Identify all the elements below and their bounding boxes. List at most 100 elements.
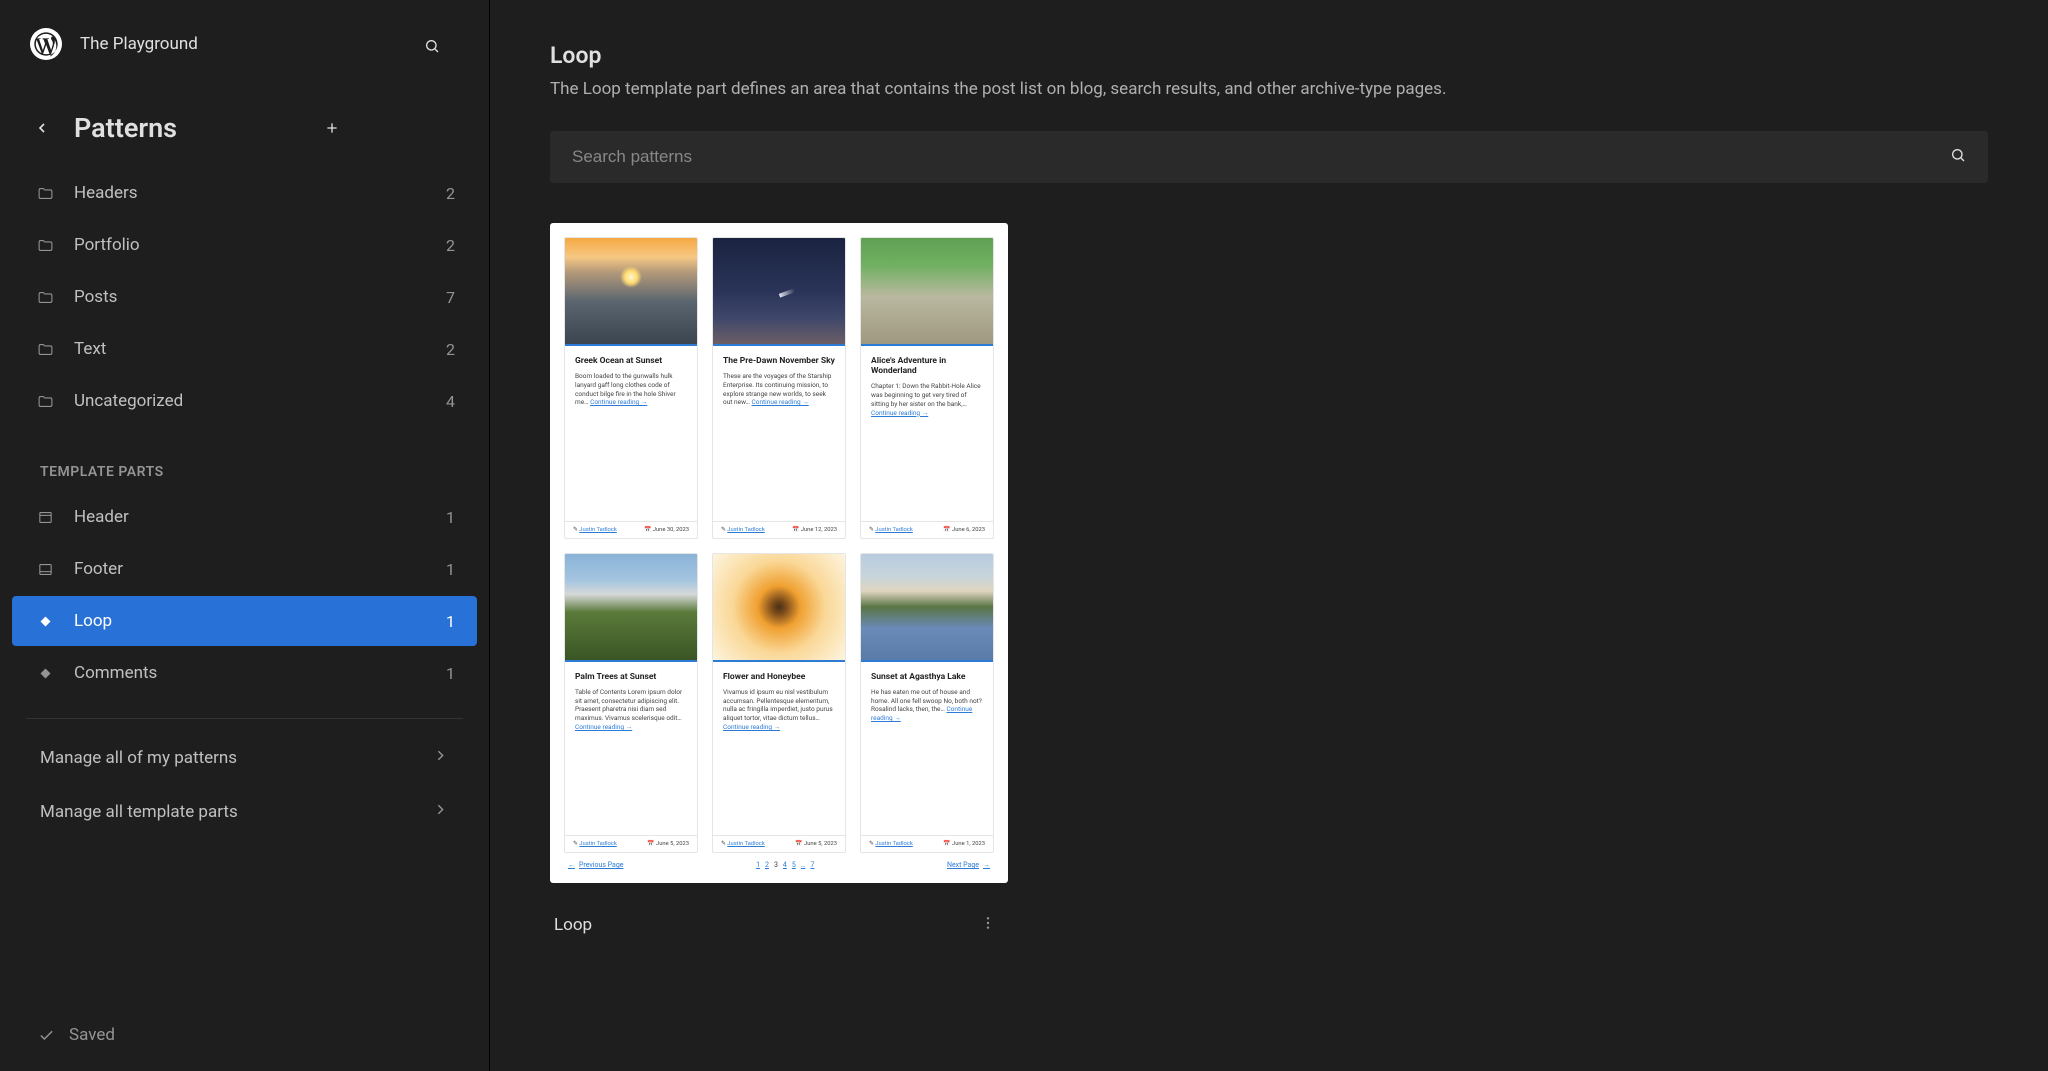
pager-page: 4 (783, 861, 787, 869)
saved-label: Saved (69, 1025, 115, 1045)
category-item-portfolio[interactable]: Portfolio 2 (12, 220, 477, 270)
back-button[interactable] (30, 116, 54, 140)
header-icon (34, 506, 56, 528)
preview-post-card: Alice's Adventure in Wonderland Chapter … (860, 237, 994, 539)
post-date: 📅 June 5, 2023 (795, 841, 837, 847)
template-part-item-comments[interactable]: Comments 1 (12, 648, 477, 698)
post-author: Justin Tadlock (727, 527, 764, 533)
command-palette-button[interactable] (420, 34, 444, 58)
post-excerpt: Table of Contents Lorem ipsum dolor sit … (575, 688, 687, 732)
pattern-card-title: Loop (554, 915, 592, 935)
pager-page: 7 (810, 861, 814, 869)
template-part-item-loop[interactable]: Loop 1 (12, 596, 477, 646)
pager-page: 1 (756, 861, 760, 869)
template-part-count: 1 (446, 508, 455, 527)
pager-page: 2 (765, 861, 769, 869)
post-date: 📅 June 30, 2023 (644, 527, 689, 533)
pager-page: 3 (774, 861, 778, 869)
post-excerpt: These are the voyages of the Starship En… (723, 372, 835, 407)
comments-icon (34, 662, 56, 684)
post-thumbnail (713, 554, 845, 662)
post-title: Greek Ocean at Sunset (575, 356, 687, 366)
category-item-posts[interactable]: Posts 7 (12, 272, 477, 322)
post-excerpt: Chapter 1: Down the Rabbit-Hole Alice wa… (871, 382, 983, 417)
post-author: Justin Tadlock (875, 841, 912, 847)
post-title: Alice's Adventure in Wonderland (871, 356, 983, 376)
category-item-text[interactable]: Text 2 (12, 324, 477, 374)
post-date: 📅 June 5, 2023 (647, 841, 689, 847)
folder-icon (34, 338, 56, 360)
template-part-label: Loop (74, 611, 428, 631)
site-title: The Playground (80, 34, 459, 54)
post-thumbnail (565, 238, 697, 346)
search-patterns-field[interactable] (550, 131, 1988, 183)
pager-next: Next Page → (947, 861, 990, 869)
folder-icon (34, 286, 56, 308)
folder-icon (34, 234, 56, 256)
post-excerpt: He has eaten me out of house and home. A… (871, 688, 983, 723)
template-part-item-header[interactable]: Header 1 (12, 492, 477, 542)
search-input[interactable] (572, 147, 1950, 167)
post-author: Justin Tadlock (875, 527, 912, 533)
post-excerpt: Vivamus id ipsum eu nisl vestibulum accu… (723, 688, 835, 732)
loop-icon (34, 610, 56, 632)
main-content: Loop The Loop template part defines an a… (490, 0, 2048, 1071)
nav-scroll: Headers 2 Portfolio 2 Posts 7 Text 2 Unc… (0, 156, 489, 999)
preview-post-card: Palm Trees at Sunset Table of Contents L… (564, 553, 698, 853)
pager-prev: ← Previous Page (568, 861, 624, 869)
template-parts-heading: TEMPLATE PARTS (12, 428, 477, 492)
dots-vertical-icon (980, 915, 996, 931)
post-meta: ✎ Justin Tadlock 📅 June 1, 2023 (861, 835, 993, 852)
manage-patterns-link[interactable]: Manage all of my patterns (26, 731, 463, 785)
nav-header: Patterns (0, 88, 489, 156)
category-label: Posts (74, 287, 428, 307)
category-count: 2 (446, 184, 455, 203)
category-item-uncategorized[interactable]: Uncategorized 4 (12, 376, 477, 426)
preview-post-card: Greek Ocean at Sunset Boom loaded to the… (564, 237, 698, 539)
pattern-card-footer: Loop (550, 883, 1008, 939)
continue-reading-link: Continue reading → (871, 409, 928, 417)
chevron-right-icon (432, 747, 449, 769)
pager-page: 5 (792, 861, 796, 869)
manage-template-parts-link[interactable]: Manage all template parts (26, 785, 463, 839)
category-count: 2 (446, 236, 455, 255)
pager: ← Previous Page 12345 … 7 Next Page → (564, 853, 994, 869)
post-author: Justin Tadlock (579, 841, 616, 847)
continue-reading-link: Continue reading → (871, 705, 972, 722)
post-meta: ✎ Justin Tadlock 📅 June 5, 2023 (565, 835, 697, 852)
template-part-label: Header (74, 507, 428, 527)
post-title: The Pre-Dawn November Sky (723, 356, 835, 366)
template-part-item-footer[interactable]: Footer 1 (12, 544, 477, 594)
post-title: Palm Trees at Sunset (575, 672, 687, 682)
category-label: Uncategorized (74, 391, 428, 411)
wordpress-logo[interactable] (30, 28, 62, 60)
sidebar: The Playground Patterns Headers 2 Portfo… (0, 0, 490, 1071)
template-part-label: Footer (74, 559, 428, 579)
post-title: Flower and Honeybee (723, 672, 835, 682)
folder-icon (34, 182, 56, 204)
add-pattern-button[interactable] (320, 116, 344, 140)
category-count: 7 (446, 288, 455, 307)
post-meta: ✎ Justin Tadlock 📅 June 12, 2023 (713, 521, 845, 538)
post-thumbnail (565, 554, 697, 662)
preview-post-card: The Pre-Dawn November Sky These are the … (712, 237, 846, 539)
post-author: Justin Tadlock (579, 527, 616, 533)
category-count: 2 (446, 340, 455, 359)
post-title: Sunset at Agasthya Lake (871, 672, 983, 682)
pattern-card-menu[interactable] (972, 911, 1004, 939)
post-meta: ✎ Justin Tadlock 📅 June 6, 2023 (861, 521, 993, 538)
page-heading: Patterns (74, 112, 300, 144)
post-thumbnail (713, 238, 845, 346)
pattern-preview: Greek Ocean at Sunset Boom loaded to the… (550, 223, 1008, 883)
category-item-headers[interactable]: Headers 2 (12, 168, 477, 218)
chevron-right-icon (432, 801, 449, 823)
footer-icon (34, 558, 56, 580)
sidebar-header: The Playground (0, 0, 489, 88)
saved-status: Saved (0, 999, 489, 1071)
category-count: 4 (446, 392, 455, 411)
preview-post-card: Sunset at Agasthya Lake He has eaten me … (860, 553, 994, 853)
pager-numbers: 12345 … 7 (756, 861, 814, 869)
post-date: 📅 June 12, 2023 (792, 527, 837, 533)
pattern-card[interactable]: Greek Ocean at Sunset Boom loaded to the… (550, 223, 1008, 939)
pager-page: … (801, 861, 806, 869)
